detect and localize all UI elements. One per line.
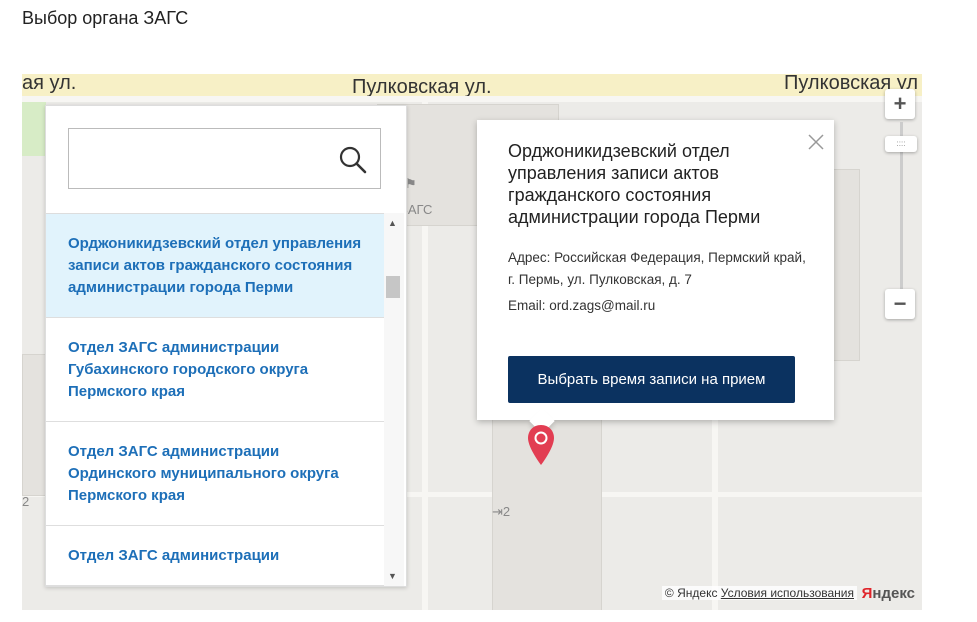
list-item[interactable]: Отдел ЗАГС администрации [46, 526, 384, 586]
terms-link[interactable]: Условия использования [721, 586, 854, 600]
scroll-thumb[interactable] [386, 276, 400, 298]
list-item[interactable]: Орджоникидзевский отдел управления запис… [46, 214, 384, 318]
list-item[interactable]: Отдел ЗАГС администрации Ординского муни… [46, 422, 384, 526]
close-icon[interactable] [806, 132, 826, 152]
yandex-logo-first: Я [861, 585, 873, 602]
popup-address: Адрес: Российская Федерация, Пермский кр… [508, 250, 806, 287]
park-area [22, 96, 46, 156]
popup-title: Орджоникидзевский отдел управления запис… [508, 141, 761, 227]
zoom-out-button[interactable]: − [885, 289, 915, 319]
street-label-left: ая ул. [22, 74, 77, 94]
house-number: ⇥2 [492, 504, 511, 519]
scroll-up-icon[interactable]: ▲ [388, 218, 397, 228]
house-number-text: 2 [502, 504, 511, 519]
search-input[interactable] [77, 141, 331, 177]
building [22, 354, 46, 496]
yandex-logo[interactable]: Яндекс [862, 585, 915, 602]
copyright-text: © Яндекс [664, 586, 718, 600]
list-item[interactable]: Отдел ЗАГС администрации Губахинского го… [46, 318, 384, 422]
search-icon[interactable] [338, 145, 368, 175]
scroll-down-icon[interactable]: ▼ [388, 571, 397, 581]
office-list: Орджоникидзевский отдел управления запис… [46, 213, 384, 586]
scrollbar[interactable]: ▲ ▼ [384, 213, 404, 586]
office-list-panel: Орджоникидзевский отдел управления запис… [45, 105, 407, 587]
yandex-logo-rest: ндекс [872, 585, 915, 602]
popup-email: Email: ord.zags@mail.ru [508, 298, 656, 313]
search-box [68, 128, 381, 189]
office-popup: Орджоникидзевский отдел управления запис… [477, 120, 834, 420]
house-number-left: 2 [22, 494, 30, 509]
zoom-in-button[interactable]: + [885, 89, 915, 119]
road [22, 96, 922, 102]
select-time-button[interactable]: Выбрать время записи на прием [508, 356, 795, 403]
map-marker-icon[interactable] [526, 423, 556, 467]
zoom-handle[interactable]: :::: [885, 136, 917, 152]
map-copyright: © Яндекс Условия использования [661, 586, 857, 600]
page-title: Выбор органа ЗАГС [22, 8, 189, 28]
